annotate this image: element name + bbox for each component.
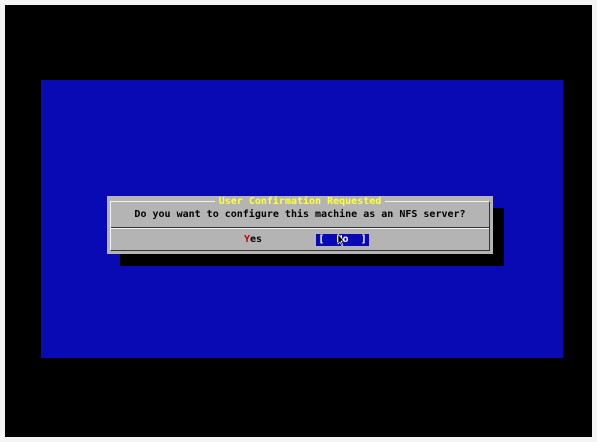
dialog-title: User Confirmation Requested xyxy=(107,196,493,207)
yes-button-label: es xyxy=(249,234,263,245)
confirmation-dialog: User Confirmation Requested Do you want … xyxy=(107,196,493,254)
yes-button[interactable]: Yes xyxy=(233,234,273,246)
vm-screen: User Confirmation Requested Do you want … xyxy=(5,5,592,437)
dialog-separator xyxy=(111,227,489,229)
no-button-close-bracket: ] xyxy=(360,234,367,245)
dialog-message: Do you want to configure this machine as… xyxy=(134,209,466,220)
dialog-title-text: User Confirmation Requested xyxy=(214,196,386,207)
